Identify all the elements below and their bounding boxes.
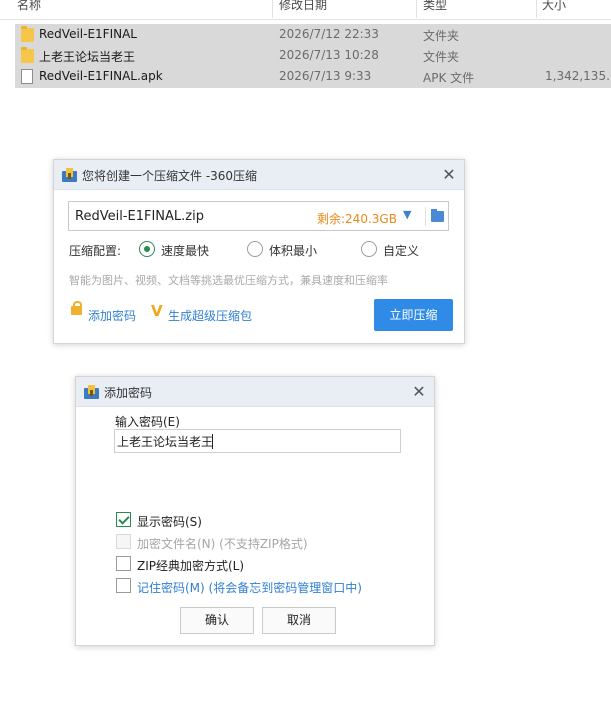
- remember-password-label[interactable]: 记住密码(M) (将会备忘到密码管理窗口中): [137, 579, 362, 596]
- encrypt-filenames-label: 加密文件名(N) (不支持ZIP格式): [137, 537, 308, 551]
- radio-smallest-label[interactable]: 体积最小: [269, 242, 317, 259]
- encrypt-filenames-checkbox: [116, 534, 131, 549]
- confirm-button[interactable]: 确认: [180, 607, 254, 634]
- radio-fastest-label[interactable]: 速度最快: [161, 242, 209, 259]
- column-header-name[interactable]: 名称: [17, 0, 41, 13]
- add-password-link[interactable]: 添加密码: [88, 307, 136, 324]
- file-list-header: 名称 修改日期 类型 大小: [0, 0, 611, 20]
- close-icon[interactable]: ✕: [409, 382, 429, 402]
- divider: [425, 207, 426, 226]
- column-divider[interactable]: [536, 0, 537, 18]
- file-type: 文件夹: [423, 50, 460, 64]
- archive-filename[interactable]: RedVeil-E1FINAL.zip: [75, 209, 204, 224]
- archive-app-icon: [62, 168, 77, 182]
- file-row-folder[interactable]: RedVeil-E1FINAL 2026/7/12 22:33 文件夹: [15, 24, 611, 46]
- folder-icon: [21, 26, 34, 42]
- add-password-dialog: 添加密码 ✕ 输入密码(E) 上老王论坛当老王 显示密码(S) 加密文件名(N)…: [75, 376, 435, 646]
- close-icon[interactable]: ✕: [439, 165, 459, 185]
- file-row-folder[interactable]: 上老王论坛当老王 2026/7/13 10:28 文件夹: [15, 45, 611, 67]
- column-header-type[interactable]: 类型: [423, 0, 447, 13]
- compress-dialog-titlebar[interactable]: 您将创建一个压缩文件 -360压缩 ✕: [54, 160, 464, 190]
- password-value[interactable]: 上老王论坛当老王: [117, 433, 213, 450]
- chevron-down-icon[interactable]: ▼: [403, 208, 411, 221]
- archive-app-icon: [84, 385, 99, 399]
- file-list: 名称 修改日期 类型 大小 RedVeil-E1FINAL 2026/7/12 …: [0, 0, 611, 92]
- file-row-apk[interactable]: RedVeil-E1FINAL.apk 2026/7/13 9:33 APK 文…: [15, 66, 611, 88]
- show-password-label[interactable]: 显示密码(S): [137, 513, 202, 530]
- free-space-label: 剩余:240.3GB: [317, 212, 397, 226]
- archive-filename-field[interactable]: RedVeil-E1FINAL.zip 剩余:240.3GB ▼: [68, 201, 449, 231]
- folder-icon: [21, 47, 34, 63]
- zip-classic-encryption-label[interactable]: ZIP经典加密方式(L): [137, 557, 244, 574]
- column-header-date[interactable]: 修改日期: [279, 0, 327, 13]
- column-divider[interactable]: [416, 0, 417, 18]
- file-date: 2026/7/12 22:33: [279, 27, 379, 41]
- password-dialog-titlebar[interactable]: 添加密码 ✕: [76, 377, 434, 407]
- compress-now-button[interactable]: 立即压缩: [374, 299, 453, 331]
- dialog-title: 您将创建一个压缩文件 -360压缩: [82, 169, 258, 183]
- file-date: 2026/7/13 9:33: [279, 69, 372, 83]
- compress-hint-text: 智能为图片、视频、文档等挑选最优压缩方式，兼具速度和压缩率: [69, 274, 388, 287]
- file-type: APK 文件: [423, 71, 475, 85]
- column-header-size[interactable]: 大小: [542, 0, 566, 13]
- file-icon: [21, 69, 33, 84]
- radio-fastest[interactable]: [139, 241, 155, 257]
- file-size: 1,342,135...: [545, 69, 611, 83]
- file-name: 上老王论坛当老王: [39, 50, 136, 64]
- text-caret: [212, 434, 213, 449]
- radio-smallest[interactable]: [247, 241, 263, 257]
- zip-classic-encryption-checkbox[interactable]: [116, 556, 131, 571]
- cancel-button[interactable]: 取消: [262, 607, 336, 634]
- radio-custom-label[interactable]: 自定义: [383, 242, 419, 259]
- password-input-label: 输入密码(E): [115, 415, 180, 429]
- lock-icon: [71, 301, 82, 315]
- file-type: 文件夹: [423, 29, 460, 43]
- column-divider[interactable]: [272, 0, 273, 18]
- compress-config-label: 压缩配置:: [69, 244, 122, 258]
- file-date: 2026/7/13 10:28: [279, 48, 379, 62]
- super-package-link[interactable]: 生成超级压缩包: [168, 307, 252, 324]
- browse-folder-icon[interactable]: [431, 209, 444, 222]
- radio-custom[interactable]: [361, 241, 377, 257]
- file-name: RedVeil-E1FINAL.apk: [39, 69, 163, 83]
- password-field[interactable]: 上老王论坛当老王: [114, 429, 401, 453]
- show-password-checkbox[interactable]: [116, 512, 131, 527]
- remember-password-checkbox[interactable]: [116, 578, 131, 593]
- super-package-icon: V: [151, 302, 163, 320]
- file-name: RedVeil-E1FINAL: [39, 27, 137, 41]
- compress-dialog: 您将创建一个压缩文件 -360压缩 ✕ RedVeil-E1FINAL.zip …: [53, 159, 465, 344]
- dialog-title: 添加密码: [104, 386, 153, 400]
